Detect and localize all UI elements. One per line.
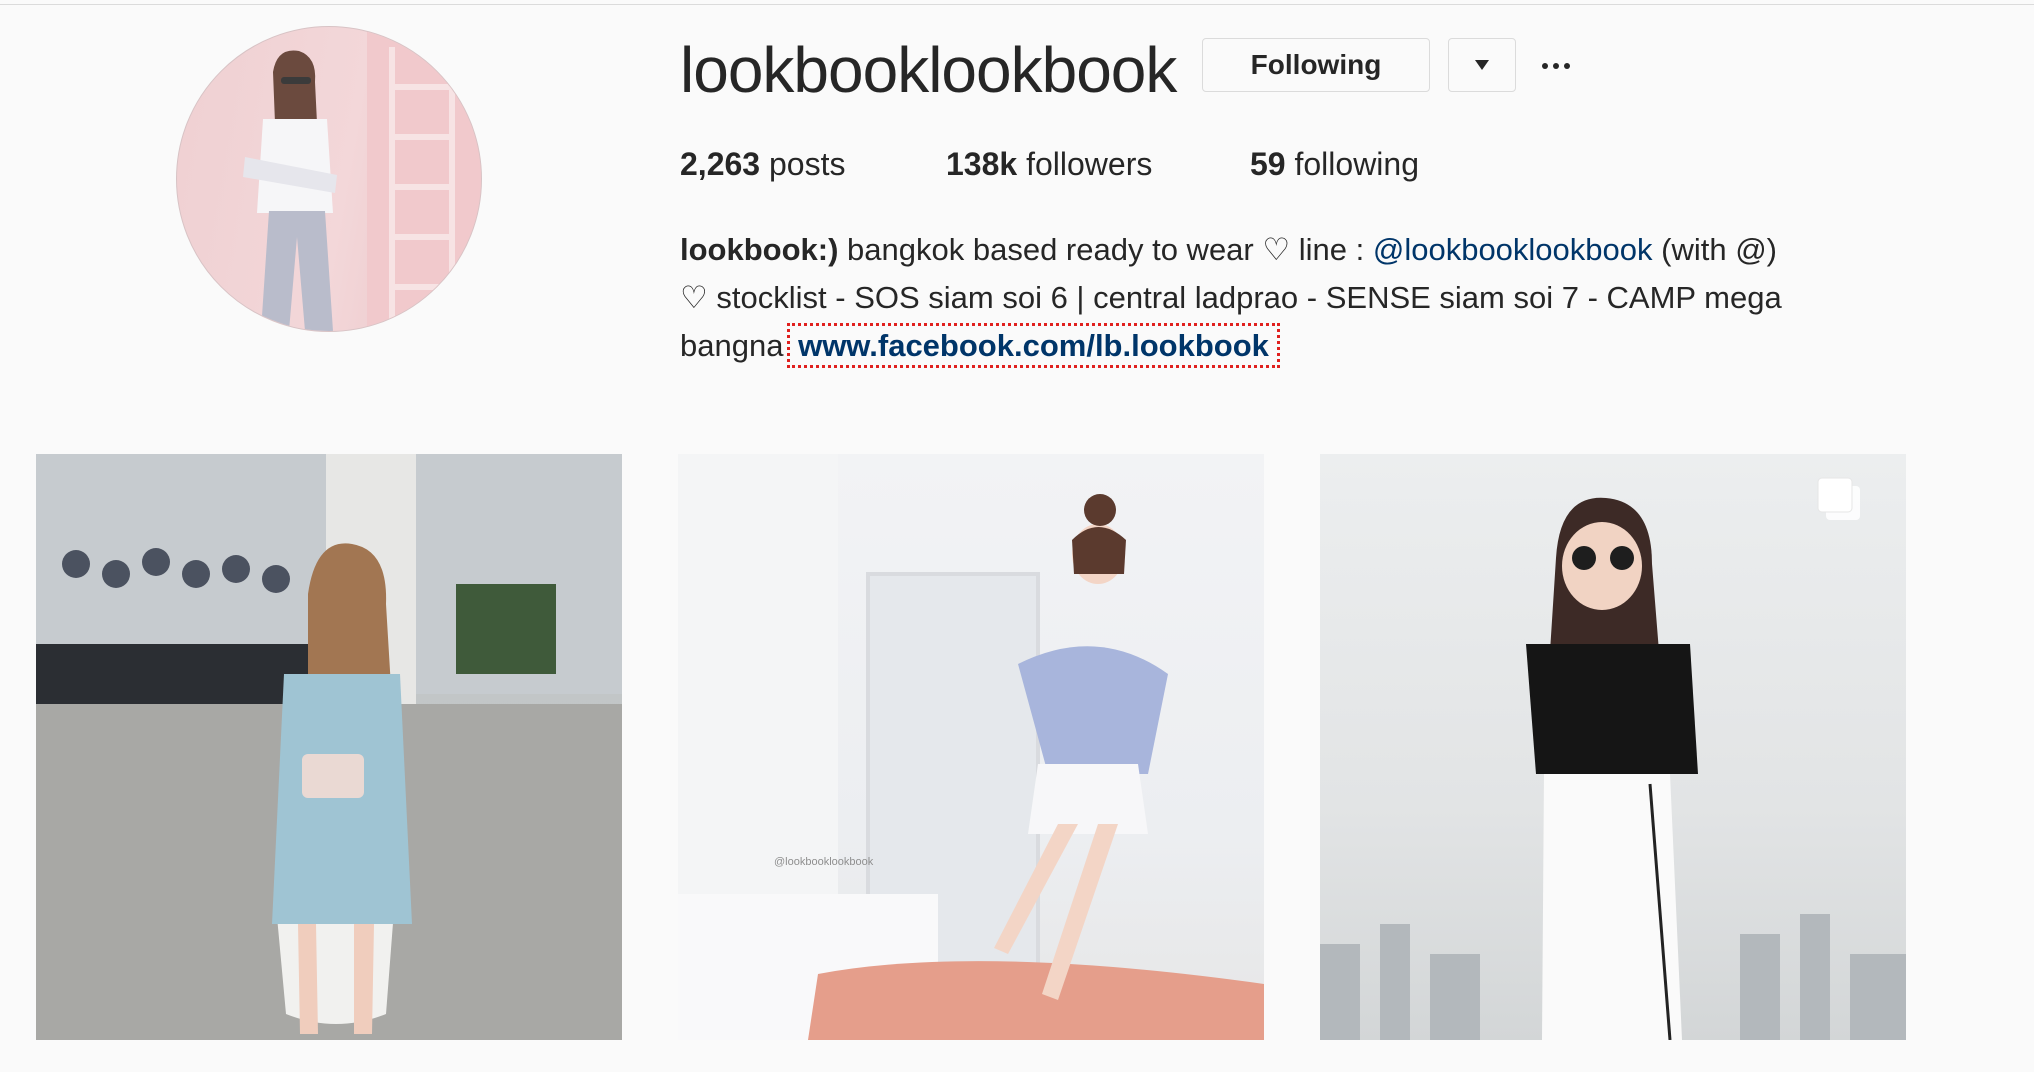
post-image	[1320, 497, 1906, 1040]
post-tile[interactable]: @lookbooklookbook	[678, 454, 1264, 1040]
followers-count: 138k	[946, 146, 1018, 182]
bio-text: bangkok based ready to wear ♡ line :	[838, 232, 1373, 267]
following-button[interactable]: Following	[1202, 38, 1430, 92]
caret-down-icon	[1475, 60, 1489, 70]
more-options-dot	[1564, 63, 1570, 69]
bio-line-3: bangna www.facebook.com/lb.lookbook	[680, 322, 1980, 370]
bio-text-prefix: bangna	[680, 328, 784, 363]
posts-stat: 2,263 posts	[680, 144, 845, 184]
bio-name: lookbook:)	[680, 232, 839, 267]
more-options-icon	[1542, 63, 1548, 69]
bio-website-link[interactable]: www.facebook.com/lb.lookbook	[787, 323, 1280, 368]
following-stat[interactable]: 59 following	[1250, 144, 1419, 184]
followers-stat[interactable]: 138k followers	[946, 144, 1152, 184]
bio-line-1: lookbook:) bangkok based ready to wear ♡…	[680, 226, 1980, 274]
post-tile[interactable]	[1320, 454, 1906, 1040]
following-count: 59	[1250, 146, 1286, 182]
gallery-icon	[1817, 477, 1860, 520]
bio-text-tail: (with @)	[1652, 232, 1777, 267]
post-image	[678, 454, 1264, 1040]
followers-label: followers	[1026, 146, 1153, 182]
bio-line-2: ♡ stocklist - SOS siam soi 6 | central l…	[680, 280, 1782, 315]
profile-username: lookbooklookbook	[680, 34, 1177, 106]
post-tile[interactable]	[36, 454, 622, 1040]
more-options-dot	[1553, 63, 1559, 69]
bio-mention-link[interactable]: @lookbooklookbook	[1373, 232, 1653, 267]
following-label: following	[1294, 146, 1419, 182]
profile-bio: lookbook:) bangkok based ready to wear ♡…	[680, 226, 1980, 370]
post-image	[36, 454, 622, 1040]
avatar-photo	[243, 27, 481, 331]
more-options-button[interactable]	[1536, 46, 1576, 86]
posts-count: 2,263	[680, 146, 761, 182]
posts-label: posts	[768, 146, 846, 182]
profile-avatar[interactable]	[176, 26, 482, 332]
suggestions-dropdown-button[interactable]	[1448, 38, 1516, 92]
post-watermark: @lookbooklookbook	[774, 856, 874, 868]
top-divider	[0, 4, 2034, 5]
